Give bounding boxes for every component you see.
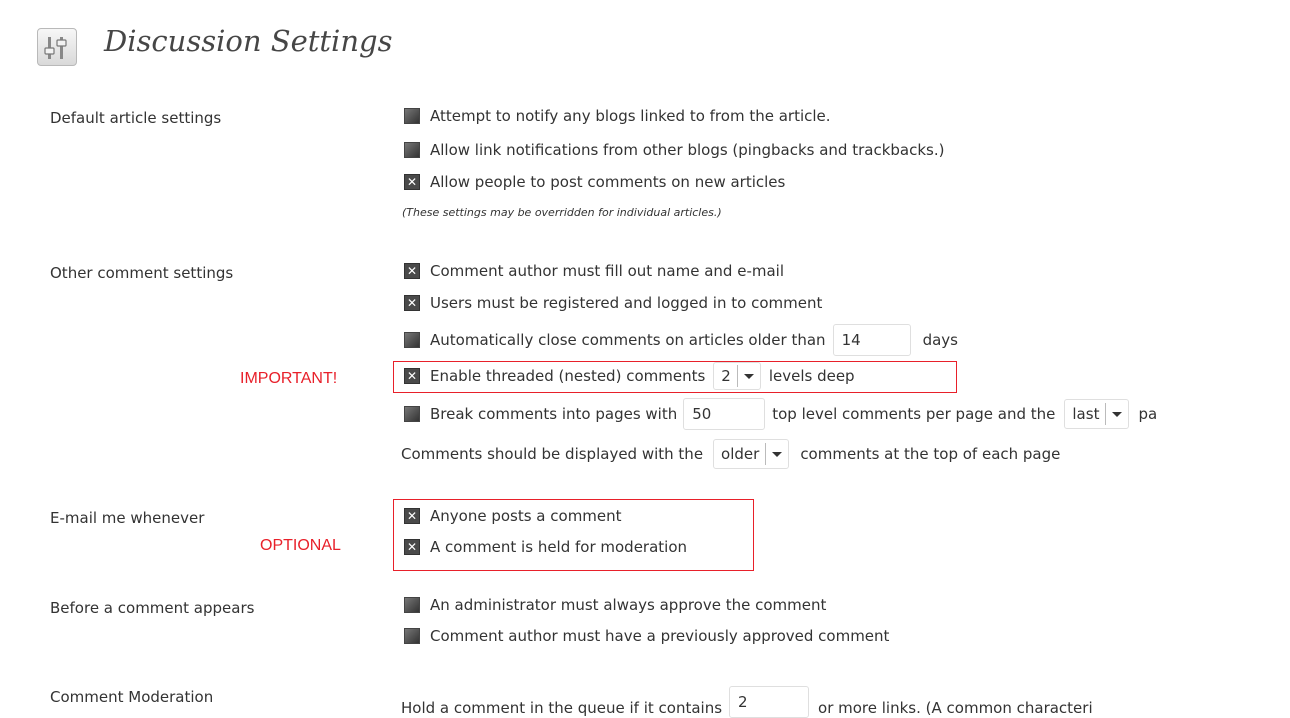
option-auto-close: Automatically close comments on articles… — [404, 324, 958, 356]
option-moderation-links: Hold a comment in the queue if it contai… — [401, 686, 1093, 718]
comments-per-page-input[interactable]: 50 — [683, 398, 766, 430]
section-label-before-appears: Before a comment appears — [50, 599, 255, 617]
checkbox-unchecked[interactable] — [404, 108, 420, 124]
option-label: Comment author must fill out name and e-… — [430, 262, 785, 280]
chevron-down-icon — [765, 443, 788, 465]
highlight-box-threaded — [393, 361, 957, 393]
checkbox-unchecked[interactable] — [404, 628, 420, 644]
option-comment-order: Comments should be displayed with the ol… — [401, 438, 1060, 470]
annotation-important: IMPORTANT! — [240, 370, 338, 387]
section-label-moderation: Comment Moderation — [50, 688, 214, 706]
default-page-select[interactable]: last — [1064, 399, 1130, 429]
option-label: Automatically close comments on articles… — [430, 331, 826, 349]
highlight-box-email — [393, 499, 754, 571]
option-label: Allow link notifications from other blog… — [430, 141, 945, 159]
checkbox-unchecked[interactable] — [404, 597, 420, 613]
checkbox-checked[interactable] — [404, 263, 420, 279]
option-allow-comments[interactable]: Allow people to post comments on new art… — [404, 172, 785, 192]
section-label-other-comment: Other comment settings — [50, 264, 234, 282]
option-paged-comments: Break comments into pages with 50 top le… — [404, 398, 1157, 430]
option-admin-approve[interactable]: An administrator must always approve the… — [404, 595, 826, 615]
option-label-suffix: days — [922, 331, 958, 349]
annotation-optional: OPTIONAL — [260, 537, 341, 554]
option-label-suffix: or more links. (A common characteri — [818, 699, 1093, 717]
default-page-value: last — [1072, 405, 1100, 423]
option-label: Break comments into pages with — [430, 405, 678, 423]
checkbox-checked[interactable] — [404, 174, 420, 190]
option-label: Comment author must have a previously ap… — [430, 627, 890, 645]
override-note: (These settings may be overridden for in… — [402, 206, 722, 219]
checkbox-unchecked[interactable] — [404, 406, 420, 422]
checkbox-unchecked[interactable] — [404, 142, 420, 158]
page-title: Discussion Settings — [104, 24, 393, 58]
comment-order-select[interactable]: older — [713, 439, 790, 469]
option-notify-linked-blogs[interactable]: Attempt to notify any blogs linked to fr… — [404, 106, 831, 126]
chevron-down-icon — [1105, 403, 1128, 425]
option-label: Users must be registered and logged in t… — [430, 294, 823, 312]
option-previously-approved[interactable]: Comment author must have a previously ap… — [404, 626, 889, 646]
checkbox-unchecked[interactable] — [404, 332, 420, 348]
moderation-links-input[interactable]: 2 — [729, 686, 810, 718]
auto-close-days-input[interactable]: 14 — [832, 324, 911, 356]
settings-sliders-icon — [37, 28, 77, 66]
option-label-suffix: comments at the top of each page — [800, 445, 1061, 463]
option-label: Allow people to post comments on new art… — [430, 173, 786, 191]
option-label: Attempt to notify any blogs linked to fr… — [430, 107, 831, 125]
option-label-suffix: pa — [1138, 405, 1158, 423]
option-require-name-email[interactable]: Comment author must fill out name and e-… — [404, 261, 784, 281]
checkbox-checked[interactable] — [404, 295, 420, 311]
option-label-middle: top level comments per page and the — [772, 405, 1056, 423]
option-label: Comments should be displayed with the — [401, 445, 704, 463]
section-label-email-me: E-mail me whenever — [50, 509, 205, 527]
option-registered-only[interactable]: Users must be registered and logged in t… — [404, 293, 822, 313]
option-label: Hold a comment in the queue if it contai… — [401, 699, 723, 717]
comment-order-value: older — [721, 445, 760, 463]
option-allow-pingbacks[interactable]: Allow link notifications from other blog… — [404, 140, 944, 160]
section-label-default-article: Default article settings — [50, 109, 222, 127]
option-label: An administrator must always approve the… — [430, 596, 827, 614]
